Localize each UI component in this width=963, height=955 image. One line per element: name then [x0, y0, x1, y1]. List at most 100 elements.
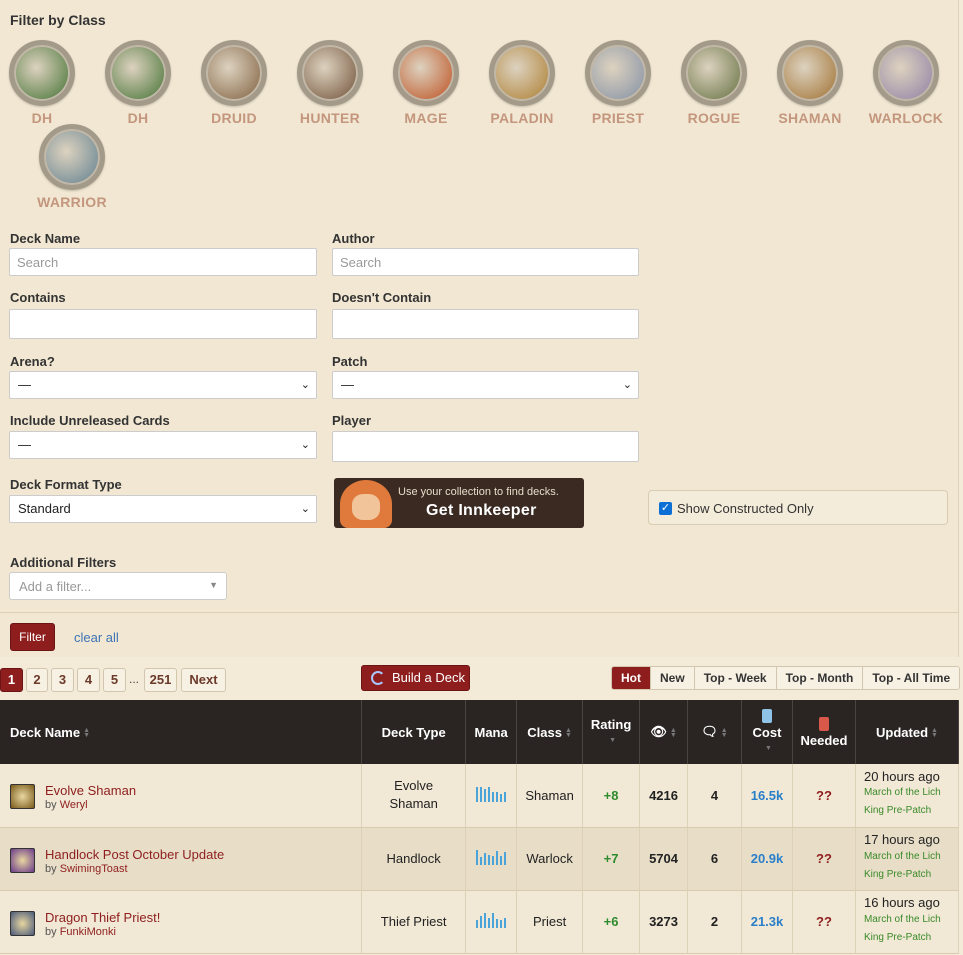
needed-cell: ?? — [792, 890, 856, 954]
constructed-checkbox[interactable]: ✓ — [659, 502, 672, 515]
col-deck-name[interactable]: Deck Name ▲ ▼ — [0, 700, 363, 764]
tab-top-month[interactable]: Top - Month — [775, 667, 863, 689]
col-cost[interactable]: Cost ▼ — [741, 700, 793, 764]
class-filter-dh[interactable]: DH — [90, 40, 186, 126]
table-row[interactable]: Evolve Shaman by Weryl Evolve Shaman Shaman… — [0, 764, 960, 828]
class-filter-warrior[interactable]: WARRIOR — [24, 124, 120, 210]
deck-name-input[interactable] — [9, 248, 317, 276]
rogue-icon — [681, 40, 747, 106]
doesnt-contain-input[interactable] — [332, 309, 639, 339]
sort-down-icon: ▼ — [765, 745, 772, 753]
deck-author-link[interactable]: Weryl — [60, 799, 88, 811]
tab-hot[interactable]: Hot — [612, 667, 650, 689]
class-filter-mage[interactable]: MAGE — [378, 40, 474, 126]
dust-jar-icon — [761, 709, 772, 723]
col-needed[interactable]: Needed — [792, 700, 856, 764]
deck-name-link[interactable]: Handlock Post October Update — [45, 847, 224, 862]
chevron-down-icon: ⌄ — [300, 503, 310, 515]
deck-name-link[interactable]: Dragon Thief Priest! — [45, 910, 160, 925]
add-filter-select[interactable]: Add a filter... ▼ — [9, 572, 227, 600]
sort-arrows-icon: ▲ ▼ — [931, 727, 938, 740]
table-row[interactable]: Handlock Post October Update by SwimingTo… — [0, 827, 960, 891]
col-comments[interactable]: 🗨 ▲ ▼ — [687, 700, 742, 764]
druid-icon — [201, 40, 267, 106]
filter-button[interactable]: Filter — [10, 623, 55, 651]
pagination-ellipsis: ... — [129, 672, 140, 686]
eye-icon: 👁 — [650, 724, 667, 739]
mana-bar — [476, 786, 479, 802]
class-label: DRUID — [211, 110, 257, 126]
class-filter-rogue[interactable]: ROGUE — [666, 40, 762, 126]
contains-input[interactable] — [9, 309, 317, 339]
class-filter-dh[interactable]: DH — [0, 40, 90, 126]
col-needed-label: Needed — [800, 732, 848, 748]
col-rating[interactable]: Rating ▼ — [582, 700, 641, 764]
deck-type-cell: Thief Priest — [361, 890, 467, 954]
deck-author-link[interactable]: FunkiMonki — [60, 926, 116, 938]
updated-time: 17 hours ago — [863, 832, 940, 848]
shaman-icon — [777, 40, 843, 106]
tab-top-week[interactable]: Top - Week — [693, 667, 776, 689]
page-4-button[interactable]: 4 — [77, 668, 100, 692]
deck-author-link[interactable]: SwimingToast — [60, 863, 128, 875]
page-5-button[interactable]: 5 — [103, 668, 126, 692]
author-input[interactable] — [332, 248, 639, 276]
class-cell: Priest — [516, 890, 584, 954]
comments-cell: 2 — [687, 890, 742, 954]
clear-all-link[interactable]: clear all — [74, 630, 119, 645]
class-filter-priest[interactable]: PRIEST — [570, 40, 666, 126]
comments-cell: 4 — [687, 764, 742, 828]
chevron-down-icon: ⌄ — [300, 439, 310, 451]
updated-cell: 16 hours ago March of the Lich King Pre-P… — [855, 890, 960, 954]
filter-title: Filter by Class — [10, 12, 106, 28]
mana-bar — [488, 855, 491, 865]
col-class[interactable]: Class ▲ ▼ — [516, 700, 584, 764]
format-select[interactable]: Standard ⌄ — [9, 495, 317, 523]
player-input[interactable] — [332, 431, 639, 462]
col-class-label: Class — [527, 724, 562, 740]
next-page-button[interactable]: Next — [181, 668, 226, 692]
class-filter-warlock[interactable]: WARLOCK — [858, 40, 954, 126]
class-filter-paladin[interactable]: PALADIN — [474, 40, 570, 126]
class-filter-druid[interactable]: DRUID — [186, 40, 282, 126]
warlock-icon — [10, 847, 35, 873]
views-cell: 3273 — [639, 890, 689, 954]
mana-bar — [492, 791, 495, 802]
rating-cell: +7 — [582, 827, 641, 891]
page-1-button[interactable]: 1 — [0, 668, 23, 692]
col-deck-name-label: Deck Name — [10, 724, 81, 740]
innkeeper-banner[interactable]: Use your collection to find decks. Get I… — [334, 478, 584, 528]
col-updated[interactable]: Updated ▲ ▼ — [855, 700, 960, 764]
sort-down-icon: ▼ — [609, 737, 617, 745]
arena-select[interactable]: — ⌄ — [9, 371, 317, 399]
build-deck-button[interactable]: Build a Deck — [361, 665, 470, 691]
patch-select[interactable]: — ⌄ — [332, 371, 639, 399]
updated-time: 20 hours ago — [863, 769, 940, 785]
tab-top-all-time[interactable]: Top - All Time — [862, 667, 959, 689]
class-filter-shaman[interactable]: SHAMAN — [762, 40, 858, 126]
constructed-only-toggle[interactable]: ✓ Show Constructed Only — [648, 490, 948, 525]
tab-new[interactable]: New — [650, 667, 694, 689]
deck-author-line: by FunkiMonki — [45, 926, 116, 938]
class-filter-hunter[interactable]: HUNTER — [282, 40, 378, 126]
mana-bar — [500, 856, 503, 865]
page-last-button[interactable]: 251 — [144, 668, 177, 692]
comment-icon: 🗨 — [701, 724, 718, 739]
paladin-icon — [489, 40, 555, 106]
col-views[interactable]: 👁 ▲ ▼ — [639, 700, 689, 764]
page-3-button[interactable]: 3 — [51, 668, 74, 692]
mana-bar — [476, 920, 479, 928]
mana-bar — [492, 856, 495, 865]
hunter-icon — [297, 40, 363, 106]
by-label: by — [45, 925, 57, 938]
mana-curve-cell — [465, 827, 518, 891]
col-deck-type: Deck Type — [361, 700, 467, 764]
mana-bar — [504, 918, 507, 928]
table-row[interactable]: Dragon Thief Priest! by FunkiMonki Thief P… — [0, 890, 960, 954]
mana-bar — [496, 791, 499, 802]
unreleased-select[interactable]: — ⌄ — [9, 431, 317, 459]
col-mana: Mana — [465, 700, 518, 764]
mana-bar — [480, 857, 483, 865]
page-2-button[interactable]: 2 — [26, 668, 48, 692]
deck-name-link[interactable]: Evolve Shaman — [45, 783, 136, 798]
